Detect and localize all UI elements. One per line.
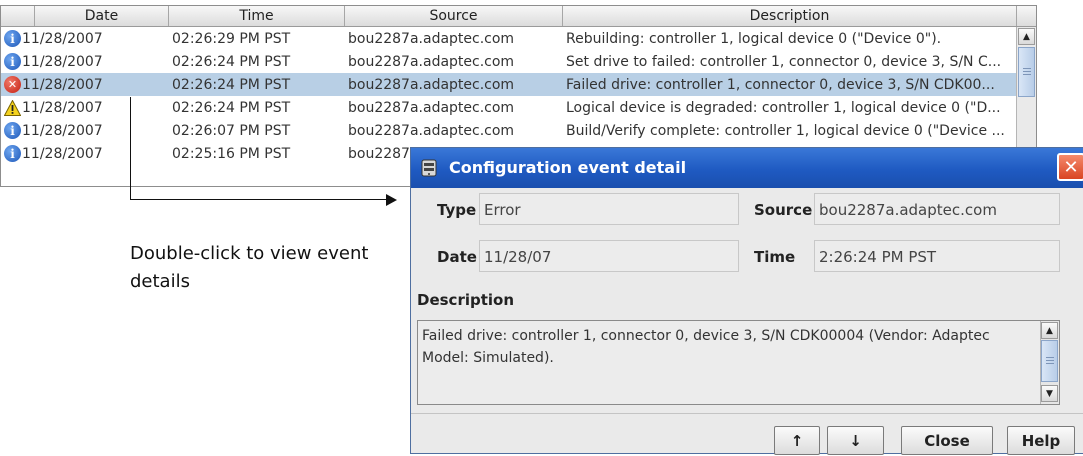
row-description: Logical device is degraded: controller 1… [566, 99, 1001, 116]
description-textarea[interactable]: Failed drive: controller 1, connector 0,… [417, 320, 1060, 405]
row-source: bou2287a.adaptec.com [348, 30, 515, 47]
row-date: 11/28/2007 [22, 76, 103, 93]
type-field: Error [479, 193, 739, 225]
header-icon-column[interactable] [1, 6, 35, 26]
row-source: bou2287a.adaptec.com [348, 99, 515, 116]
dialog-titlebar[interactable]: Configuration event detail ✕ [411, 148, 1083, 188]
source-field: bou2287a.adaptec.com [814, 193, 1060, 225]
scroll-up-button[interactable]: ▲ [1041, 322, 1058, 339]
description-label: Description [417, 291, 515, 309]
row-description: Rebuilding: controller 1, logical device… [566, 30, 942, 47]
info-icon: i [4, 122, 21, 139]
header-time[interactable]: Time [169, 6, 345, 26]
table-row[interactable]: 11/28/2007 02:26:24 PM PST bou2287a.adap… [1, 96, 1016, 119]
storage-manager-icon [421, 159, 437, 177]
table-row[interactable]: i 11/28/2007 02:26:24 PM PST bou2287a.ada… [1, 50, 1016, 73]
row-date: 11/28/2007 [22, 145, 103, 162]
row-source: bou2287a.adaptec.com [348, 76, 515, 93]
info-icon: i [4, 145, 21, 162]
close-button[interactable]: Close [901, 426, 993, 455]
close-icon[interactable]: ✕ [1057, 153, 1083, 181]
row-source: bou2287a.adaptec.com [348, 122, 515, 139]
row-description: Failed drive: controller 1, connector 0,… [566, 76, 995, 93]
table-header: Date Time Source Description [1, 6, 1036, 27]
header-source[interactable]: Source [345, 6, 563, 26]
time-label: Time [754, 248, 796, 266]
header-date[interactable]: Date [35, 6, 169, 26]
event-detail-dialog: Configuration event detail ✕ Type Error … [410, 147, 1083, 456]
scroll-down-button[interactable]: ▼ [1041, 385, 1058, 402]
row-time: 02:26:24 PM PST [172, 53, 291, 70]
scroll-up-button[interactable]: ▲ [1018, 28, 1035, 45]
row-date: 11/28/2007 [22, 99, 103, 116]
dialog-title: Configuration event detail [449, 158, 687, 177]
warning-icon [4, 99, 21, 116]
row-time: 02:25:16 PM PST [172, 145, 291, 162]
table-row-selected[interactable]: ✕ 11/28/2007 02:26:24 PM PST bou2287a.ada… [1, 73, 1016, 96]
arrow-down-icon: ↓ [849, 431, 862, 450]
header-corner [1017, 6, 1036, 26]
row-date: 11/28/2007 [22, 30, 103, 47]
row-description: Set drive to failed: controller 1, conne… [566, 53, 1002, 70]
info-icon: i [4, 30, 21, 47]
row-date: 11/28/2007 [22, 53, 103, 70]
error-icon: ✕ [4, 76, 21, 93]
description-text: Failed drive: controller 1, connector 0,… [422, 328, 990, 366]
next-event-button[interactable]: ↓ [827, 426, 884, 455]
row-date: 11/28/2007 [22, 122, 103, 139]
callout-line [130, 199, 387, 200]
type-label: Type [437, 201, 477, 219]
time-field: 2:26:24 PM PST [814, 240, 1060, 272]
annotation-text: Double-click to view event details [130, 243, 369, 292]
arrow-up-icon: ↑ [790, 431, 804, 450]
dialog-button-bar: ↑ ↓ Close Help [411, 413, 1083, 456]
row-source: bou2287a.adaptec.com [348, 53, 515, 70]
description-scrollbar[interactable]: ▲ ▼ [1040, 321, 1059, 404]
row-time: 02:26:07 PM PST [172, 122, 291, 139]
row-time: 02:26:24 PM PST [172, 99, 291, 116]
callout-arrow-icon [386, 194, 397, 206]
source-label: Source [754, 201, 813, 219]
scroll-thumb[interactable] [1018, 47, 1035, 97]
info-icon: i [4, 53, 21, 70]
table-row[interactable]: i 11/28/2007 02:26:07 PM PST bou2287a.ada… [1, 119, 1016, 142]
header-description[interactable]: Description [563, 6, 1017, 26]
callout-line [130, 97, 131, 200]
date-label: Date [437, 248, 477, 266]
table-row[interactable]: i 11/28/2007 02:26:29 PM PST bou2287a.ada… [1, 27, 1016, 50]
help-button[interactable]: Help [1007, 426, 1075, 455]
previous-event-button[interactable]: ↑ [774, 426, 820, 455]
scroll-thumb[interactable] [1041, 340, 1058, 382]
row-description: Build/Verify complete: controller 1, log… [566, 122, 1005, 139]
row-time: 02:26:24 PM PST [172, 76, 291, 93]
row-time: 02:26:29 PM PST [172, 30, 291, 47]
date-field: 11/28/07 [479, 240, 739, 272]
